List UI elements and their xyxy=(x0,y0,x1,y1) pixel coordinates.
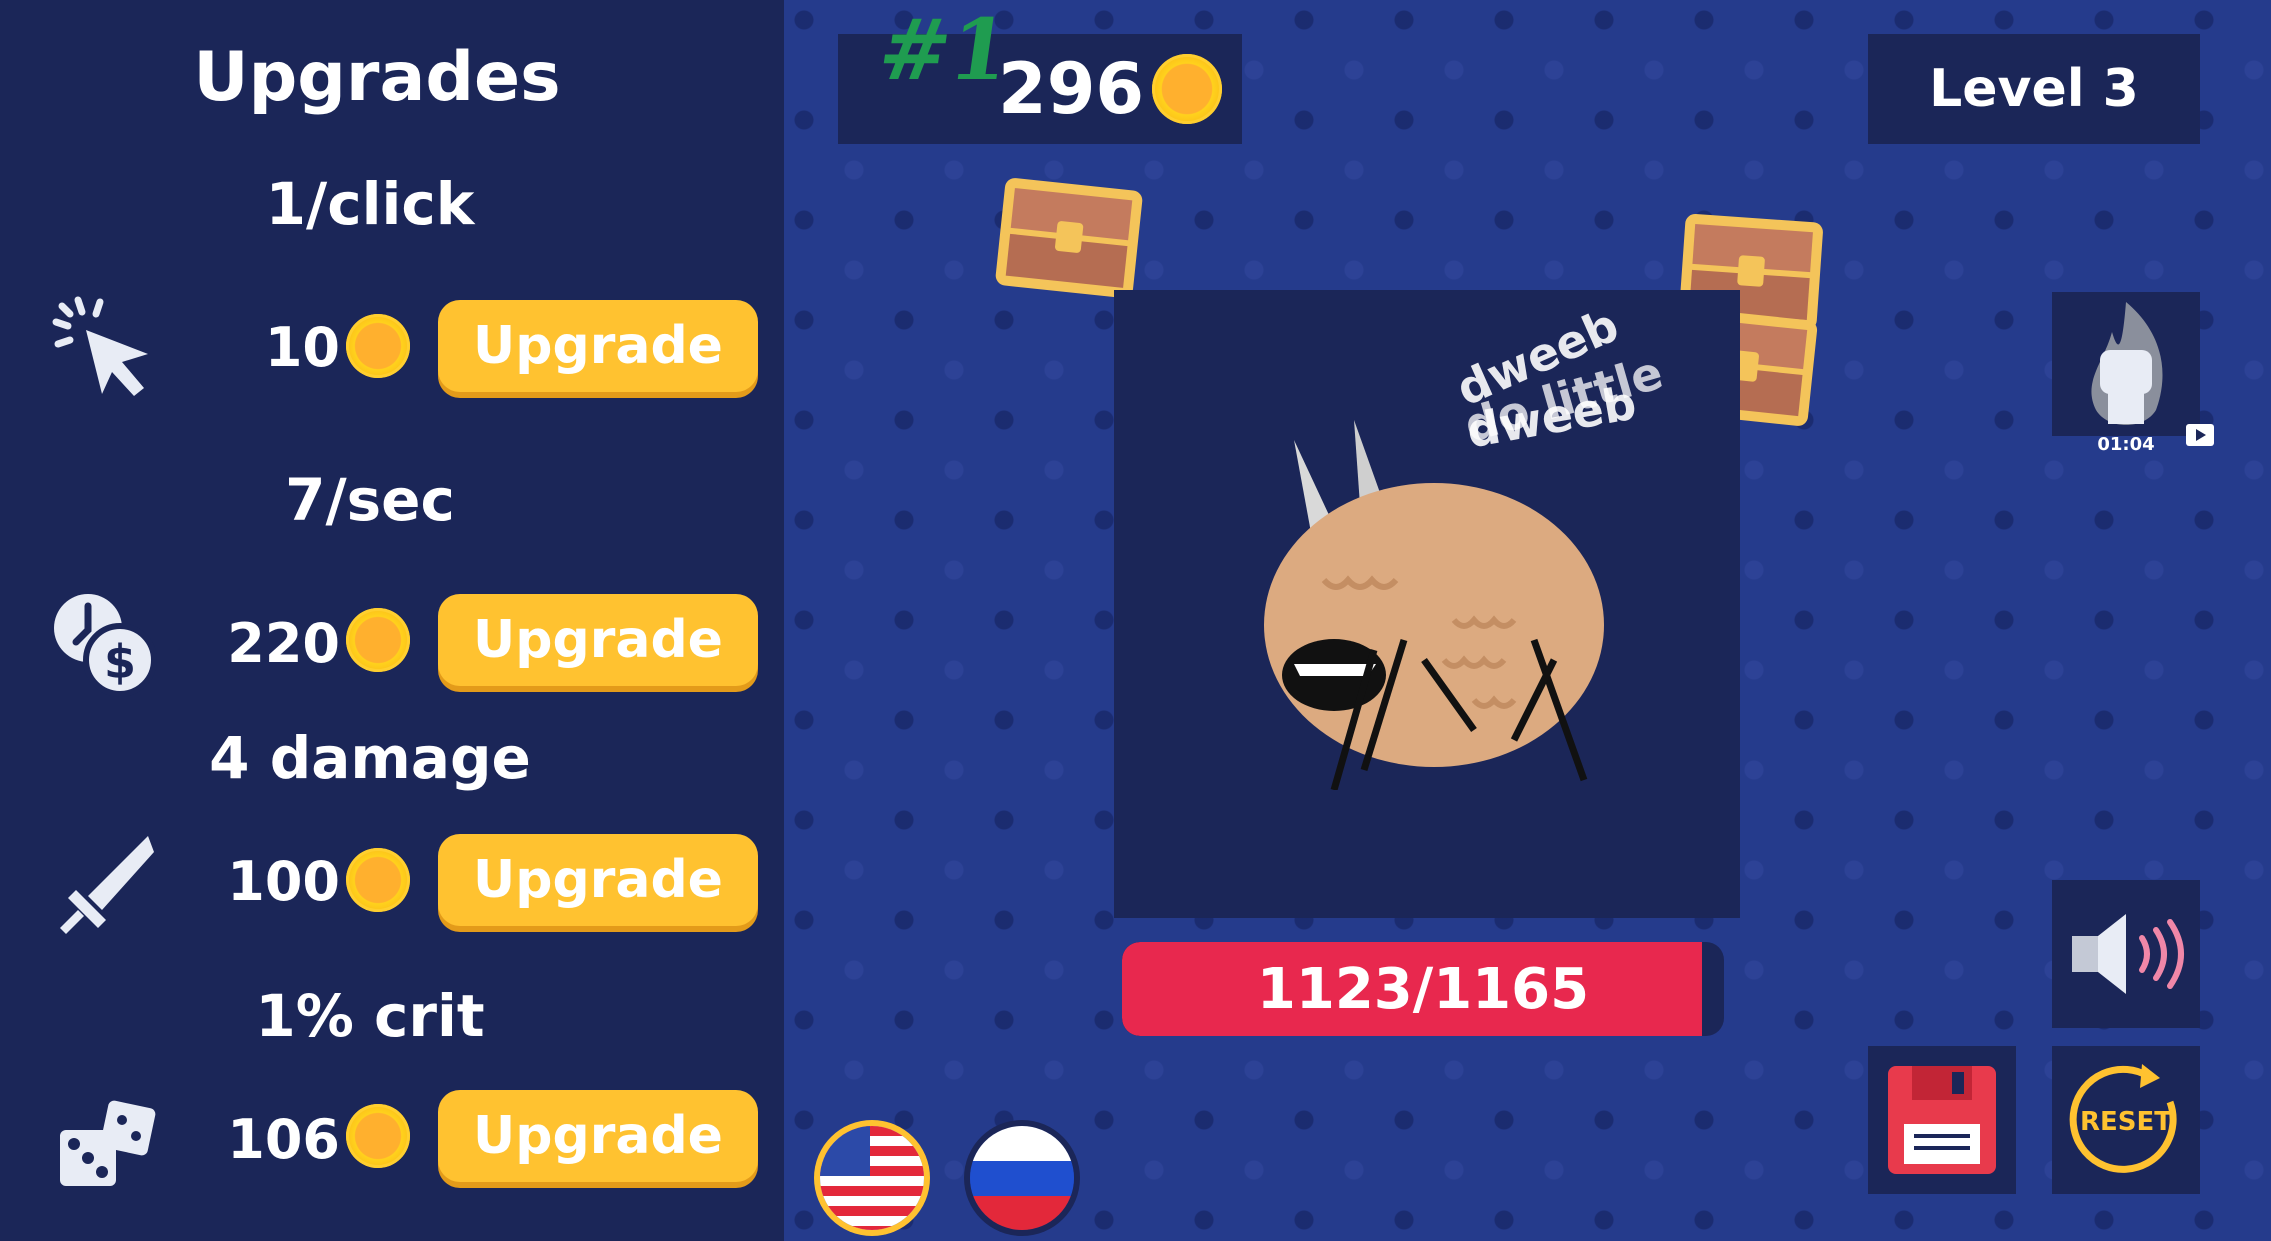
boost-timer: 01:04 xyxy=(2097,434,2155,455)
damage-stat: 4 damage xyxy=(209,724,531,792)
floppy-disk-icon xyxy=(1888,1066,1996,1174)
rank-label: #1 xyxy=(873,0,1016,99)
reset-label: RESET xyxy=(2080,1107,2172,1137)
health-text: 1123/1165 xyxy=(1256,956,1590,1022)
treasure-chest-icon[interactable] xyxy=(988,170,1150,305)
video-ad-icon xyxy=(2186,424,2214,446)
coin-icon xyxy=(1152,54,1222,124)
reset-icon: RESET xyxy=(2069,1064,2177,1173)
click-upgrade-button[interactable]: Upgrade xyxy=(438,300,758,392)
fist-fire-icon xyxy=(2091,302,2163,425)
coin-icon xyxy=(346,314,410,378)
income-upgrade-button[interactable]: Upgrade xyxy=(438,594,758,686)
click-upgrade-cost: 10 xyxy=(264,316,340,379)
monster-health-bar: 1123/1165 xyxy=(1122,942,1724,1036)
language-english-button[interactable] xyxy=(820,1126,924,1230)
level-indicator: Level 3 xyxy=(1868,34,2200,144)
damage-upgrade-cost: 100 xyxy=(227,850,340,913)
income-stat: 7/sec xyxy=(285,466,455,534)
monster-sprite[interactable] xyxy=(1264,410,1604,790)
crit-upgrade-cost: 106 xyxy=(227,1108,340,1171)
boost-button[interactable] xyxy=(2052,292,2200,436)
coin-icon xyxy=(346,608,410,672)
coin-count: 296 xyxy=(998,48,1145,130)
income-upgrade-cost: 220 xyxy=(227,612,340,675)
speaker-icon xyxy=(2072,914,2184,994)
coin-icon xyxy=(346,848,410,912)
save-button[interactable] xyxy=(1868,1046,2016,1194)
upgrades-sidebar: Upgrades 1/click 10 Upgrade 7/sec $ 220 … xyxy=(0,0,784,1241)
reset-button[interactable]: RESET xyxy=(2052,1046,2200,1194)
language-russian-button[interactable] xyxy=(970,1126,1074,1230)
coin-icon xyxy=(346,1104,410,1168)
crit-upgrade-button[interactable]: Upgrade xyxy=(438,1090,758,1182)
click-power-stat: 1/click xyxy=(265,170,475,238)
russia-flag-icon xyxy=(970,1126,1074,1230)
us-flag-icon xyxy=(820,1126,924,1230)
damage-upgrade-button[interactable]: Upgrade xyxy=(438,834,758,926)
upgrades-title: Upgrades xyxy=(193,38,561,117)
crit-stat: 1% crit xyxy=(255,982,485,1050)
sound-toggle-button[interactable] xyxy=(2052,880,2200,1028)
